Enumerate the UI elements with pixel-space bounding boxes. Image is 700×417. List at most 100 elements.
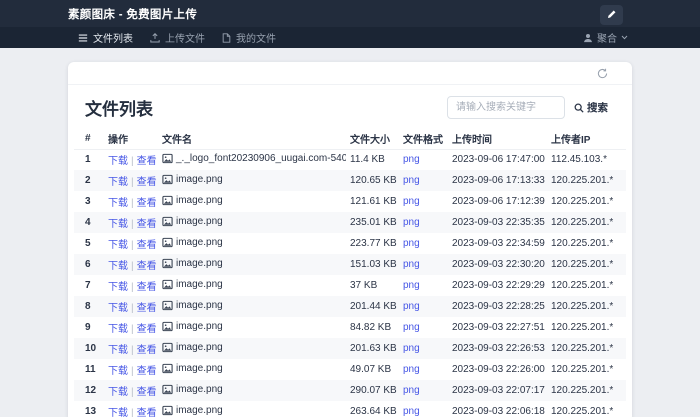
download-link[interactable]: 下载 xyxy=(108,177,128,188)
download-link[interactable]: 下载 xyxy=(108,219,128,230)
image-icon xyxy=(162,384,173,395)
image-icon xyxy=(162,237,173,248)
row-filename: image.png xyxy=(162,359,350,380)
table-row: 13 下载 | 查看 image.png 263.64 KB png 2023-… xyxy=(74,401,626,417)
view-link[interactable]: 查看 xyxy=(137,156,157,167)
nav-item-upload[interactable]: 上传文件 xyxy=(150,30,205,45)
view-link[interactable]: 查看 xyxy=(137,240,157,251)
format-link[interactable]: png xyxy=(403,196,420,207)
row-actions: 下载 | 查看 xyxy=(108,191,162,212)
format-link[interactable]: png xyxy=(403,364,420,375)
view-link[interactable]: 查看 xyxy=(137,282,157,293)
row-format: png xyxy=(403,317,452,338)
nav-item-my-files[interactable]: 我的文件 xyxy=(222,30,276,45)
download-link[interactable]: 下载 xyxy=(108,324,128,335)
download-link[interactable]: 下载 xyxy=(108,387,128,398)
table-row: 8 下载 | 查看 image.png 201.44 KB png 2023-0… xyxy=(74,296,626,317)
col-upload-time: 上传时间 xyxy=(452,129,551,150)
pencil-icon xyxy=(606,9,617,20)
row-size: 11.4 KB xyxy=(350,154,385,166)
view-link[interactable]: 查看 xyxy=(137,219,157,230)
table-row: 1 下载 | 查看 _._logo_font20230906_uugai.com-5… xyxy=(74,149,626,170)
page-content: 文件列表 搜索 # xyxy=(0,48,700,417)
filename-text: image.png xyxy=(176,215,223,227)
format-link[interactable]: png xyxy=(403,259,420,270)
image-icon xyxy=(162,216,173,227)
table-row: 11 下载 | 查看 image.png 49.07 KB png 2023-0… xyxy=(74,359,626,380)
download-link[interactable]: 下载 xyxy=(108,198,128,209)
search-button[interactable]: 搜索 xyxy=(574,100,608,115)
row-uploader-ip: 120.225.201.* xyxy=(551,301,614,312)
filename-text: image.png xyxy=(176,341,223,353)
row-size: 263.64 KB xyxy=(350,406,397,417)
row-filename: image.png xyxy=(162,317,350,338)
row-actions: 下载 | 查看 xyxy=(108,254,162,275)
download-link[interactable]: 下载 xyxy=(108,366,128,377)
format-link[interactable]: png xyxy=(403,154,420,165)
row-index: 2 xyxy=(85,175,91,186)
card-header: 文件列表 搜索 xyxy=(68,85,632,129)
user-menu-label: 聚合 xyxy=(597,34,617,45)
chevron-down-icon xyxy=(621,35,628,40)
row-actions: 下载 | 查看 xyxy=(108,233,162,254)
format-link[interactable]: png xyxy=(403,175,420,186)
file-list-card: 文件列表 搜索 # xyxy=(68,62,632,417)
file-table-header: # 操作 文件名 文件大小 文件格式 上传时间 上传者IP xyxy=(74,129,626,150)
view-link[interactable]: 查看 xyxy=(137,366,157,377)
row-actions: 下载 | 查看 xyxy=(108,212,162,233)
row-index: 12 xyxy=(85,385,97,396)
format-link[interactable]: png xyxy=(403,406,420,417)
row-upload-time: 2023-09-03 22:34:59 xyxy=(452,238,545,249)
col-uploader-ip: 上传者IP xyxy=(551,129,626,150)
table-row: 7 下载 | 查看 image.png 37 KB png 2023-09-03… xyxy=(74,275,626,296)
row-format: png xyxy=(403,149,452,170)
search-input[interactable] xyxy=(447,96,565,119)
view-link[interactable]: 查看 xyxy=(137,387,157,398)
row-uploader-ip: 120.225.201.* xyxy=(551,259,614,270)
download-link[interactable]: 下载 xyxy=(108,408,128,417)
download-link[interactable]: 下载 xyxy=(108,345,128,356)
row-actions: 下载 | 查看 xyxy=(108,359,162,380)
filename-text: _._logo_font20230906_uugai.com-5408296-1… xyxy=(176,152,346,164)
format-link[interactable]: png xyxy=(403,238,420,249)
download-link[interactable]: 下载 xyxy=(108,282,128,293)
row-format: png xyxy=(403,359,452,380)
filename-text: image.png xyxy=(176,278,223,290)
view-link[interactable]: 查看 xyxy=(137,324,157,335)
filename-text: image.png xyxy=(176,320,223,332)
row-uploader-ip: 120.225.201.* xyxy=(551,385,614,396)
row-uploader-ip: 112.45.103.* xyxy=(551,154,607,166)
theme-toggle-button[interactable] xyxy=(600,4,623,25)
row-actions: 下载 | 查看 xyxy=(108,338,162,359)
row-size: 201.63 KB xyxy=(350,343,397,354)
view-link[interactable]: 查看 xyxy=(137,303,157,314)
image-icon xyxy=(162,153,173,164)
format-link[interactable]: png xyxy=(403,322,420,333)
view-link[interactable]: 查看 xyxy=(137,177,157,188)
download-link[interactable]: 下载 xyxy=(108,240,128,251)
table-row: 2 下载 | 查看 image.png 120.65 KB png 2023-0… xyxy=(74,170,626,191)
download-link[interactable]: 下载 xyxy=(108,261,128,272)
nav-item-file-list[interactable]: 文件列表 xyxy=(78,30,133,45)
format-link[interactable]: png xyxy=(403,385,420,396)
download-link[interactable]: 下载 xyxy=(108,156,128,167)
action-separator: | xyxy=(131,408,134,417)
table-row: 10 下载 | 查看 image.png 201.63 KB png 2023-… xyxy=(74,338,626,359)
refresh-button[interactable] xyxy=(597,68,608,79)
view-link[interactable]: 查看 xyxy=(137,345,157,356)
user-menu[interactable]: 聚合 xyxy=(583,30,628,45)
format-link[interactable]: png xyxy=(403,217,420,228)
table-row: 9 下载 | 查看 image.png 84.82 KB png 2023-09… xyxy=(74,317,626,338)
view-link[interactable]: 查看 xyxy=(137,408,157,417)
format-link[interactable]: png xyxy=(403,280,420,291)
filename-text: image.png xyxy=(176,194,223,206)
row-index: 5 xyxy=(85,238,91,249)
row-size: 121.61 KB xyxy=(350,196,397,207)
download-link[interactable]: 下载 xyxy=(108,303,128,314)
format-link[interactable]: png xyxy=(403,343,420,354)
format-link[interactable]: png xyxy=(403,301,420,312)
view-link[interactable]: 查看 xyxy=(137,261,157,272)
filename-text: image.png xyxy=(176,257,223,269)
view-link[interactable]: 查看 xyxy=(137,198,157,209)
list-icon xyxy=(78,33,88,43)
